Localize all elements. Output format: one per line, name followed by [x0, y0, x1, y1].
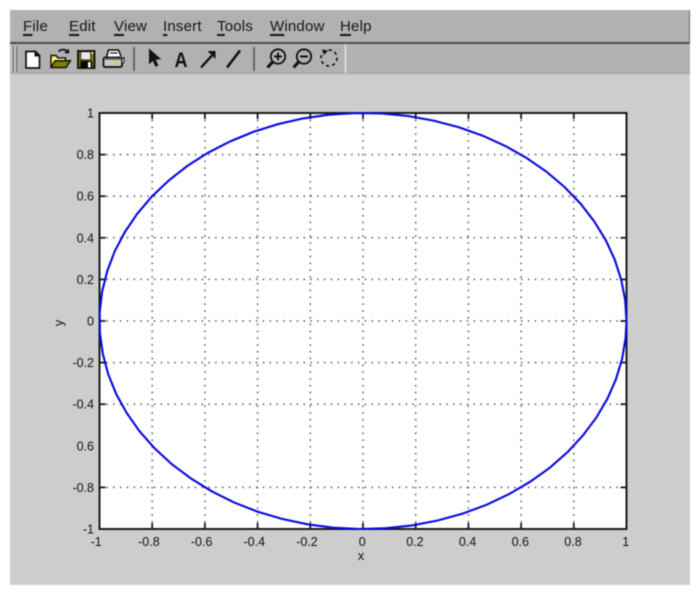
svg-text:1: 1 — [622, 535, 629, 549]
svg-text:0.4: 0.4 — [459, 535, 476, 549]
svg-text:1: 1 — [87, 107, 94, 121]
svg-text:-0.2: -0.2 — [72, 356, 94, 370]
svg-text:-1: -1 — [83, 523, 94, 537]
svg-text:0: 0 — [359, 535, 366, 549]
svg-text:0.2: 0.2 — [406, 535, 423, 549]
svg-text:0.8: 0.8 — [77, 148, 94, 162]
svg-text:-0.8: -0.8 — [138, 535, 160, 549]
svg-text:0.8: 0.8 — [564, 535, 581, 549]
svg-text:-0.4: -0.4 — [72, 398, 94, 412]
svg-text:0.6: 0.6 — [77, 439, 94, 453]
svg-text:-0.8: -0.8 — [72, 481, 94, 495]
svg-text:0.4: 0.4 — [77, 231, 94, 245]
svg-text:0.6: 0.6 — [512, 535, 529, 549]
svg-text:-1: -1 — [91, 535, 102, 549]
svg-text:0.2: 0.2 — [77, 273, 94, 287]
svg-text:0: 0 — [87, 315, 94, 329]
svg-text:0.6: 0.6 — [77, 190, 94, 204]
svg-text:y: y — [51, 319, 66, 326]
svg-text:x: x — [358, 548, 365, 563]
svg-text:-0.6: -0.6 — [191, 535, 213, 549]
svg-text:A: A — [175, 49, 188, 72]
svg-text:-0.2: -0.2 — [296, 535, 318, 549]
svg-text:-0.4: -0.4 — [244, 535, 266, 549]
